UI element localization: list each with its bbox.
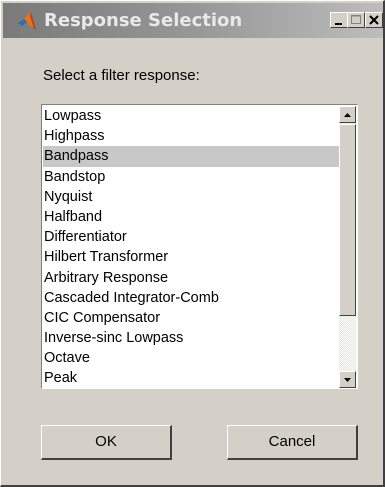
- title-bar[interactable]: Response Selection: [3, 3, 383, 38]
- list-item-highpass[interactable]: Highpass: [43, 126, 339, 146]
- close-icon: [369, 15, 379, 25]
- list-item-lowpass[interactable]: Lowpass: [43, 106, 339, 126]
- list-items-container: Lowpass Highpass Bandpass Bandstop Nyqui…: [43, 106, 339, 388]
- list-item-octave[interactable]: Octave: [43, 348, 339, 368]
- scroll-up-arrow-icon: [344, 113, 351, 117]
- window-title: Response Selection: [44, 10, 243, 31]
- list-item-hilbert-transformer[interactable]: Hilbert Transformer: [43, 247, 339, 267]
- list-item-peak[interactable]: Peak: [43, 368, 339, 388]
- maximize-button[interactable]: [347, 12, 365, 28]
- list-item-cascaded-integrator-comb[interactable]: Cascaded Integrator-Comb: [43, 288, 339, 308]
- minimize-button[interactable]: [330, 12, 348, 28]
- close-button[interactable]: [365, 12, 383, 28]
- cancel-button[interactable]: Cancel: [227, 425, 358, 460]
- filter-response-listbox[interactable]: Lowpass Highpass Bandpass Bandstop Nyqui…: [41, 104, 358, 389]
- scrollbar-track[interactable]: [339, 316, 356, 371]
- scroll-down-arrow-icon: [344, 378, 351, 382]
- list-item-inverse-sinc-lowpass[interactable]: Inverse-sinc Lowpass: [43, 328, 339, 348]
- scroll-down-button[interactable]: [339, 371, 356, 388]
- filter-response-prompt: Select a filter response:: [43, 67, 200, 84]
- list-item-halfband[interactable]: Halfband: [43, 207, 339, 227]
- list-item-cic-compensator[interactable]: CIC Compensator: [43, 308, 339, 328]
- scroll-up-button[interactable]: [339, 106, 356, 123]
- matlab-icon: [18, 12, 36, 29]
- ok-button[interactable]: OK: [41, 425, 172, 460]
- maximize-icon: [351, 15, 361, 24]
- scrollbar-thumb[interactable]: [339, 124, 356, 316]
- vertical-scrollbar[interactable]: [339, 106, 356, 388]
- response-selection-dialog: Response Selection Select a filter respo…: [0, 0, 385, 487]
- list-item-bandstop[interactable]: Bandstop: [43, 167, 339, 187]
- list-item-arbitrary-response[interactable]: Arbitrary Response: [43, 268, 339, 288]
- list-item-differentiator[interactable]: Differentiator: [43, 227, 339, 247]
- list-item-nyquist[interactable]: Nyquist: [43, 187, 339, 207]
- list-item-bandpass[interactable]: Bandpass: [43, 146, 339, 167]
- minimize-icon: [335, 23, 342, 25]
